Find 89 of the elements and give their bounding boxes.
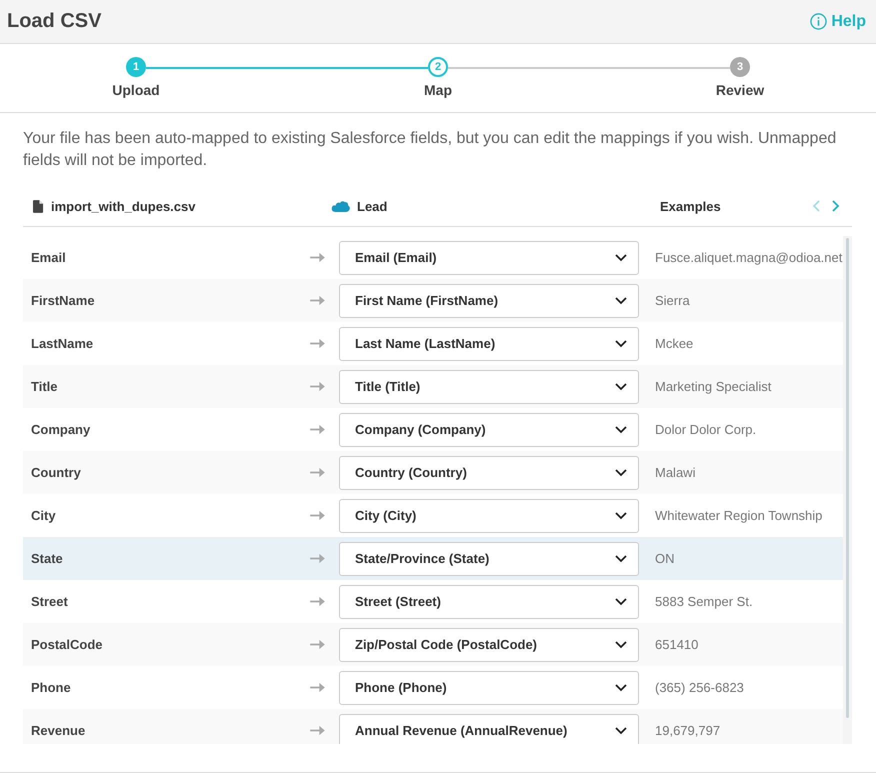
source-field: Title — [23, 379, 310, 394]
arrow-icon — [310, 510, 325, 521]
window-title: Load CSV — [7, 10, 102, 33]
chevron-icon — [615, 340, 627, 348]
field-dropdown[interactable]: Phone (Phone) — [339, 670, 639, 704]
source-field: Email — [23, 250, 310, 265]
cloud-icon — [331, 200, 351, 212]
mapping-row[interactable]: Company Company (Company) Dolor Dolor Corp. — [23, 408, 843, 451]
chevron-icon — [615, 512, 627, 520]
field-dropdown[interactable]: Email (Email) — [339, 240, 639, 274]
mapping-row[interactable]: City City (City) Whitewater Region Township — [23, 494, 843, 537]
step-indicator: 3 — [730, 57, 750, 77]
mapping-row[interactable]: Title Title (Title) Marketing Specialist — [23, 365, 843, 408]
example-value: Malawi — [654, 464, 696, 482]
step-indicator: 1 — [126, 57, 146, 77]
arrow-icon — [310, 725, 325, 736]
file-name: import_with_dupes.csv — [51, 198, 196, 214]
chevron-icon — [615, 382, 627, 390]
object-name: Lead — [357, 198, 388, 214]
next-icon[interactable] — [830, 199, 840, 213]
chevron-icon — [615, 296, 627, 304]
example-value: (365) 256-6823 — [654, 679, 745, 697]
example-value: Dolor Dolor Corp. — [654, 421, 758, 439]
field-dropdown[interactable]: Last Name (LastName) — [339, 326, 639, 360]
arrow-icon — [310, 295, 325, 306]
examples-heading: Examples — [660, 198, 721, 214]
source-field: State — [23, 551, 310, 566]
field-dropdown[interactable]: Company (Company) — [339, 412, 639, 446]
chevron-icon — [615, 554, 627, 562]
field-dropdown[interactable]: Title (Title) — [339, 370, 639, 404]
mapping-row[interactable]: Revenue Annual Revenue (AnnualRevenue) 19,679,797 — [23, 709, 843, 744]
mapping-row[interactable]: Country Country (Country) Malawi — [23, 451, 843, 494]
field-dropdown[interactable]: State/Province (State) — [339, 542, 639, 576]
step-label: Map — [424, 82, 452, 98]
chevron-icon — [615, 726, 627, 734]
mapping-row[interactable]: State State/Province (State) ON — [23, 537, 843, 580]
source-field: Revenue — [23, 723, 310, 738]
example-value: Mckee — [654, 335, 694, 353]
mapping-row[interactable]: Email Email (Email) Fusce.aliquet.magna@odioa.net — [23, 236, 843, 279]
source-field: Phone — [23, 680, 310, 695]
source-field: LastName — [23, 336, 310, 351]
chevron-icon — [615, 426, 627, 434]
field-dropdown[interactable]: Annual Revenue (AnnualRevenue) — [339, 714, 639, 744]
scrollbar[interactable] — [843, 236, 852, 744]
arrow-icon — [310, 682, 325, 693]
chevron-icon — [615, 254, 627, 262]
source-field: Country — [23, 465, 310, 480]
field-dropdown[interactable]: First Name (FirstName) — [339, 284, 639, 318]
chevron-icon — [615, 640, 627, 648]
info-icon — [810, 13, 828, 30]
example-value: 19,679,797 — [654, 722, 722, 740]
mapping-row[interactable]: Street Street (Street) 5883 Semper St. — [23, 580, 843, 623]
example-value: Fusce.aliquet.magna@odioa.net — [654, 249, 843, 267]
field-dropdown[interactable]: City (City) — [339, 498, 639, 532]
field-dropdown[interactable]: Zip/Postal Code (PostalCode) — [339, 628, 639, 662]
example-value: ON — [654, 550, 676, 568]
mapping-row[interactable]: FirstName First Name (FirstName) Sierra — [23, 279, 843, 322]
field-dropdown[interactable]: Street (Street) — [339, 584, 639, 618]
mapping-row[interactable]: PostalCode Zip/Postal Code (PostalCode) 651410 — [23, 623, 843, 666]
chevron-icon — [615, 468, 627, 476]
source-field: PostalCode — [23, 637, 310, 652]
arrow-icon — [310, 381, 325, 392]
arrow-icon — [310, 338, 325, 349]
source-field: FirstName — [23, 293, 310, 308]
arrow-icon — [310, 596, 325, 607]
source-field: Company — [23, 422, 310, 437]
chevron-icon — [615, 684, 627, 692]
source-field: City — [23, 508, 310, 523]
arrow-icon — [310, 553, 325, 564]
mapping-row[interactable]: Phone Phone (Phone) (365) 256-6823 — [23, 666, 843, 709]
step-label: Upload — [112, 82, 160, 98]
example-value: Sierra — [654, 292, 691, 310]
example-value: Marketing Specialist — [654, 378, 772, 396]
chevron-icon — [615, 598, 627, 606]
file-icon — [33, 200, 44, 212]
step-indicator: 2 — [428, 57, 448, 77]
example-value: 651410 — [654, 636, 700, 654]
arrow-icon — [310, 252, 325, 263]
description-text: Your file has been auto-mapped to existing Salesforce fields, but you can edit the mappings if you wish. Unmapped fields will not be imported. — [23, 129, 838, 171]
mapping-row[interactable]: LastName Last Name (LastName) Mckee — [23, 322, 843, 365]
arrow-icon — [310, 467, 325, 478]
field-dropdown[interactable]: Country (Country) — [339, 456, 639, 490]
source-field: Street — [23, 594, 310, 609]
example-value: 5883 Semper St. — [654, 593, 754, 611]
arrow-icon — [310, 424, 325, 435]
step-label: Review — [716, 82, 764, 98]
arrow-icon — [310, 639, 325, 650]
example-value: Whitewater Region Township — [654, 507, 824, 525]
previous-icon[interactable] — [812, 199, 822, 213]
